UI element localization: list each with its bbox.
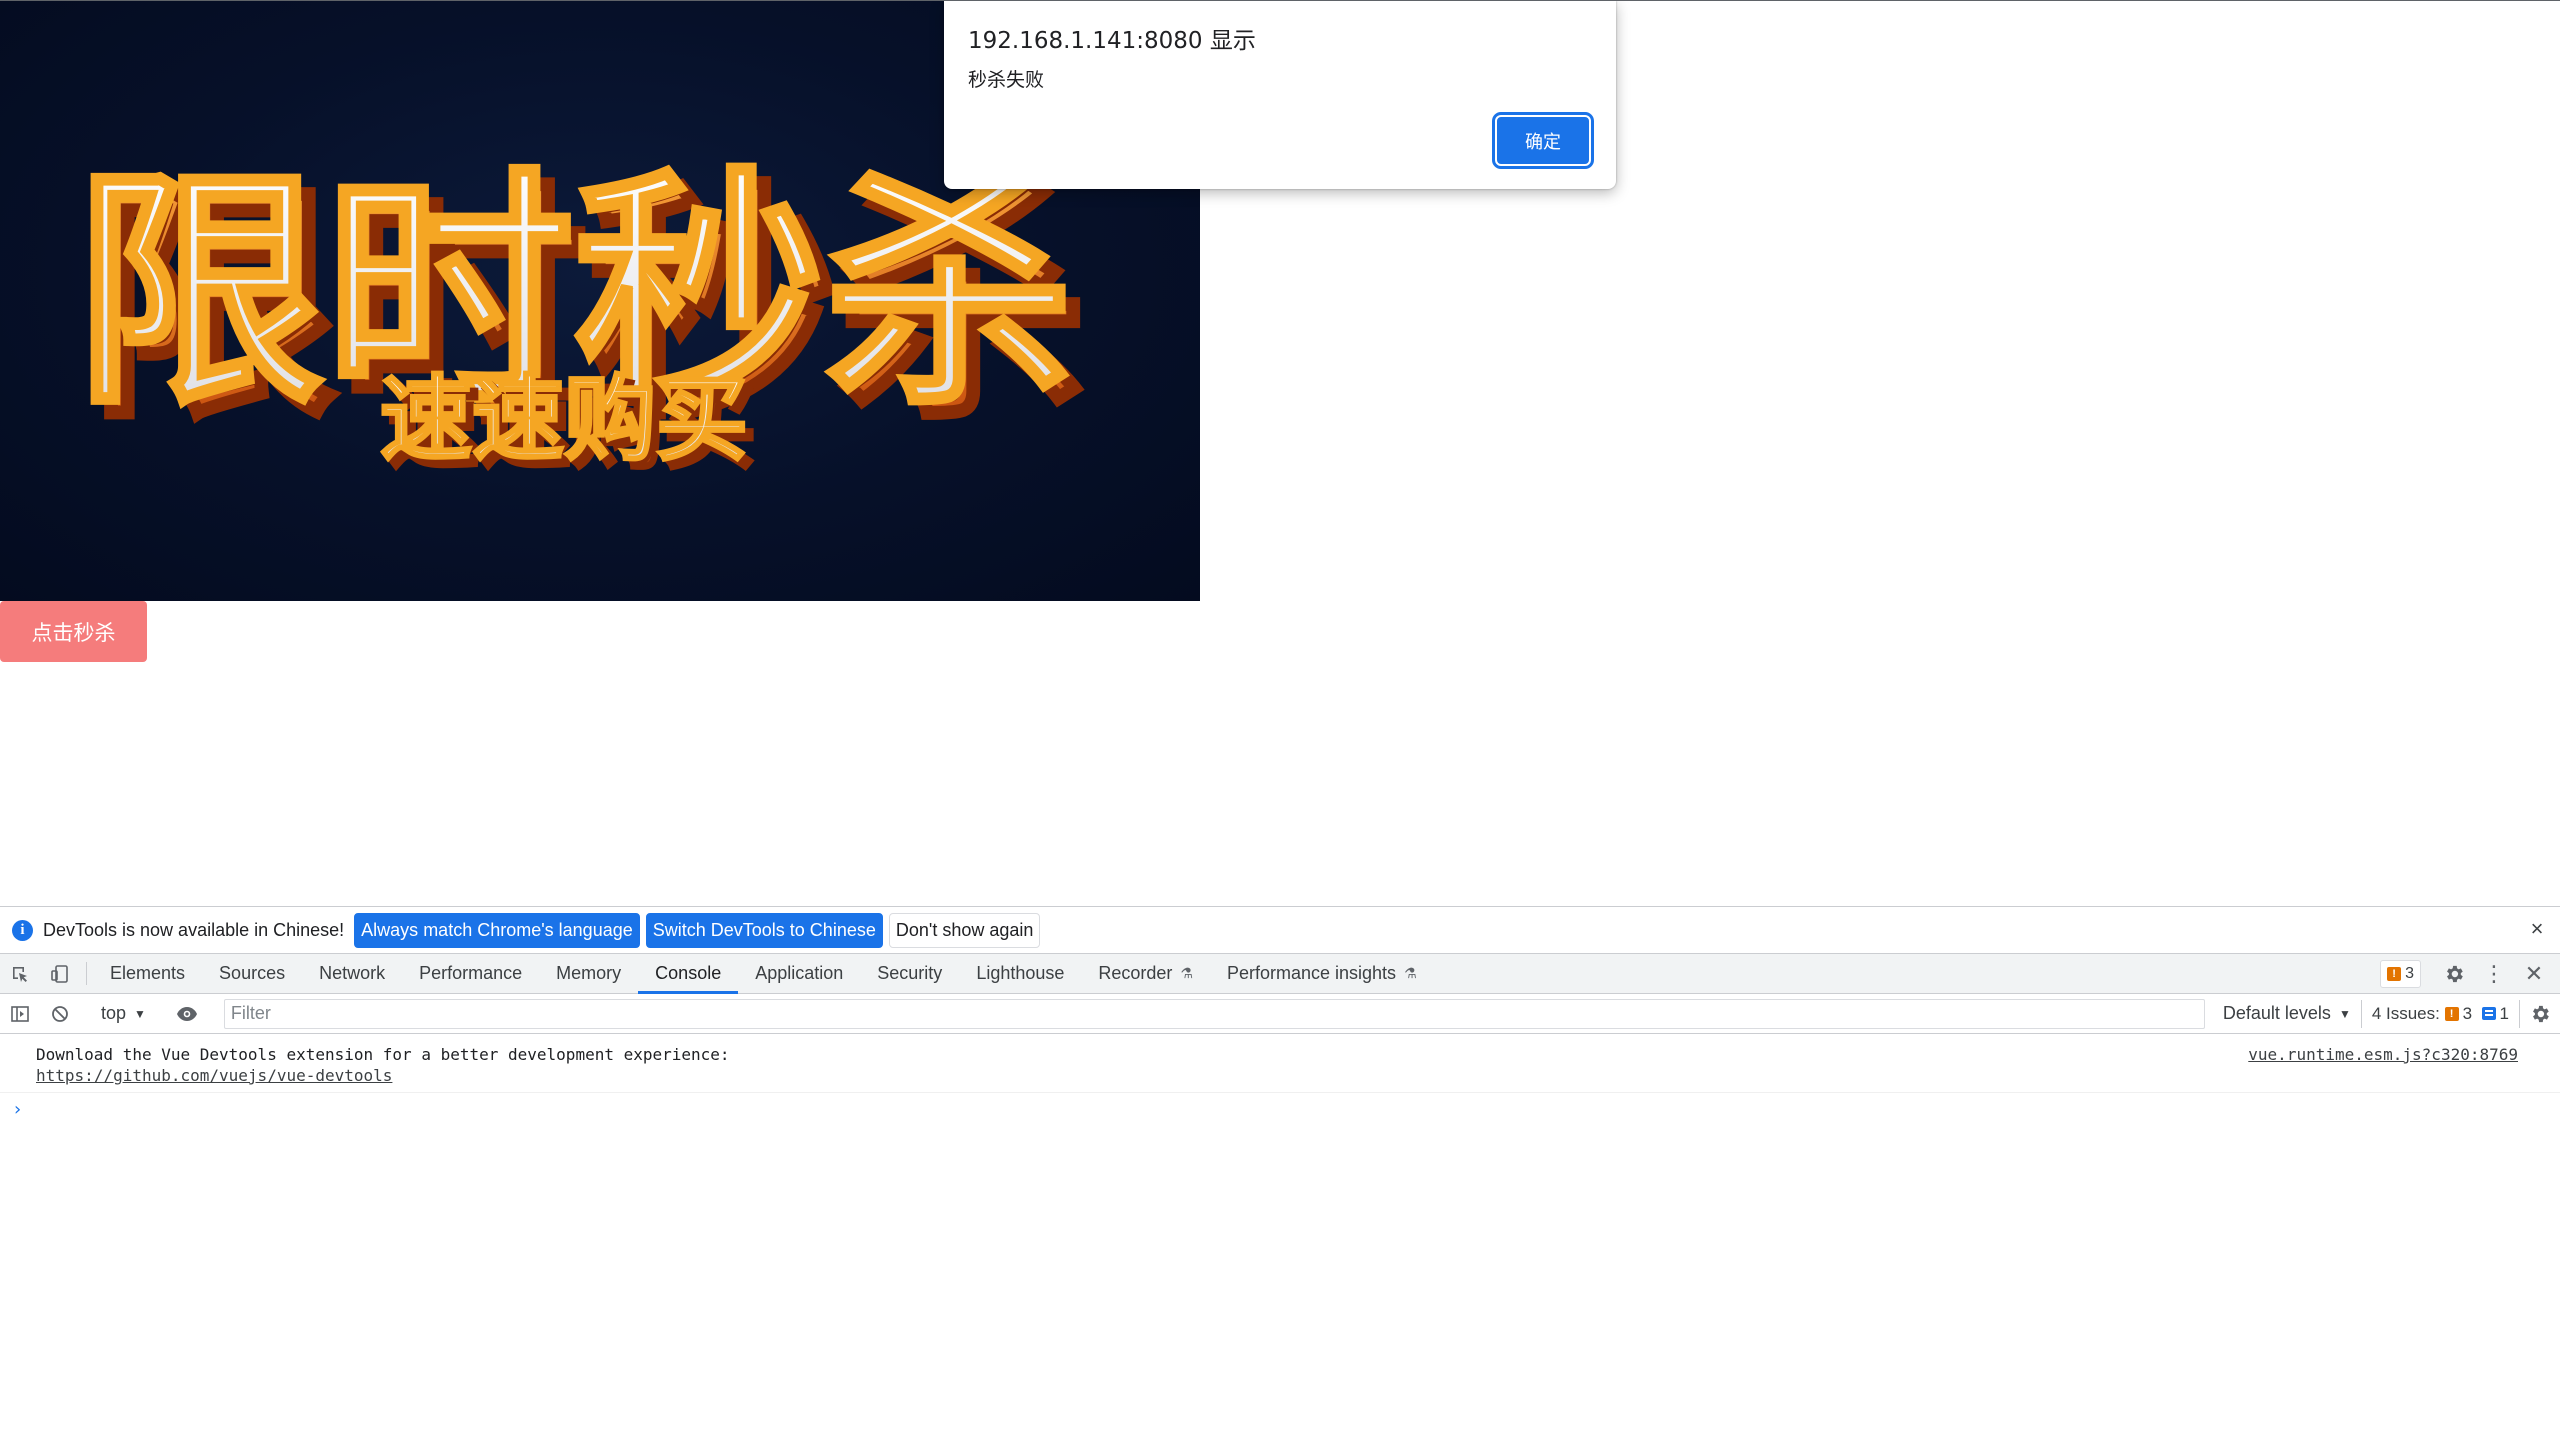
alert-title: 192.168.1.141:8080 显示 xyxy=(968,28,1256,54)
experiment-flask-icon: ⚗ xyxy=(1404,965,1417,981)
tab-label: Elements xyxy=(110,963,186,983)
language-infobar: i DevTools is now available in Chinese! … xyxy=(0,907,2560,954)
more-options-icon[interactable]: ⋮ xyxy=(2474,954,2514,994)
seckill-button[interactable]: 点击秒杀 xyxy=(0,601,147,662)
tab-network[interactable]: Network xyxy=(302,954,402,993)
tab-memory[interactable]: Memory xyxy=(539,954,638,993)
console-message-text: Download the Vue Devtools extension for … xyxy=(36,1045,730,1064)
clear-console-icon[interactable] xyxy=(40,1004,80,1024)
tab-label: Performance insights xyxy=(1226,963,1397,983)
console-settings-gear-icon[interactable] xyxy=(2520,994,2560,1034)
toolbar-divider xyxy=(86,962,87,985)
page-viewport: 限时秒杀 限时秒杀 速速购买 速速购买 点击秒杀 192.168.1.141:8… xyxy=(0,0,2560,906)
warning-icon: ! xyxy=(2444,1006,2459,1021)
tab-label: Recorder xyxy=(1098,963,1173,983)
gear-icon[interactable] xyxy=(2434,954,2474,994)
console-output: Download the Vue Devtools extension for … xyxy=(0,1034,2560,1436)
tab-elements[interactable]: Elements xyxy=(93,954,202,993)
tab-recorder[interactable]: Recorder ⚗ xyxy=(1081,954,1210,993)
console-toolbar: top ▼ Default levels ▼ 4 Issues: ! 3 1 xyxy=(0,994,2560,1034)
close-devtools-icon[interactable]: ✕ xyxy=(2514,954,2554,994)
issues-info-count: 1 xyxy=(2499,1003,2509,1023)
devtools-tabbar: Elements Sources Network Performance Mem… xyxy=(0,954,2560,994)
always-match-language-button[interactable]: Always match Chrome's language xyxy=(354,912,640,948)
info-icon: i xyxy=(12,919,33,941)
issues-summary-button[interactable]: 4 Issues: ! 3 1 xyxy=(2360,999,2520,1028)
tab-label: Security xyxy=(877,963,943,983)
tab-sources[interactable]: Sources xyxy=(202,954,302,993)
experiment-flask-icon: ⚗ xyxy=(1180,965,1193,981)
tab-label: Network xyxy=(319,963,386,983)
alert-dialog: 192.168.1.141:8080 显示 秒杀失败 确定 xyxy=(944,1,1616,189)
tab-application[interactable]: Application xyxy=(738,954,860,993)
issues-label: 4 Issues: xyxy=(2371,1003,2440,1023)
devtools-panel: i DevTools is now available in Chinese! … xyxy=(0,906,2560,1436)
context-selector[interactable]: top ▼ xyxy=(93,1003,154,1024)
tab-performance[interactable]: Performance xyxy=(402,954,539,993)
context-value: top xyxy=(101,1003,127,1023)
console-message-source-link[interactable]: vue.runtime.esm.js?c320:8769 xyxy=(2248,1044,2518,1065)
device-toolbar-icon[interactable] xyxy=(40,954,80,993)
inspect-element-icon[interactable] xyxy=(0,954,40,993)
log-levels-dropdown[interactable]: Default levels ▼ xyxy=(2213,1003,2361,1024)
switch-devtools-chinese-button[interactable]: Switch DevTools to Chinese xyxy=(645,912,883,948)
alert-message: 秒杀失败 xyxy=(968,69,1045,91)
issues-warning-count: 3 xyxy=(2462,1003,2473,1023)
console-message: Download the Vue Devtools extension for … xyxy=(0,1034,2560,1093)
tab-label: Memory xyxy=(556,963,622,983)
tab-label: Application xyxy=(755,963,844,983)
log-levels-value: Default levels xyxy=(2222,1003,2331,1023)
tab-security[interactable]: Security xyxy=(860,954,959,993)
issues-badge-count: 3 xyxy=(2405,964,2414,982)
warning-icon: ! xyxy=(2387,966,2402,981)
banner-tagline: 速速购买 xyxy=(380,366,748,473)
tab-console[interactable]: Console xyxy=(638,954,739,994)
close-icon[interactable]: × xyxy=(2524,916,2550,942)
infobar-text: DevTools is now available in Chinese! xyxy=(43,919,345,940)
eye-icon[interactable] xyxy=(167,1006,207,1022)
issues-badge[interactable]: ! 3 xyxy=(2380,959,2421,988)
tab-label: Sources xyxy=(219,963,286,983)
caret-down-icon: ▼ xyxy=(134,1006,146,1021)
tab-label: Console xyxy=(655,963,722,983)
tab-label: Lighthouse xyxy=(976,963,1065,983)
tab-label: Performance xyxy=(419,963,523,983)
console-prompt[interactable]: › xyxy=(0,1093,2560,1120)
info-message-icon xyxy=(2481,1007,2496,1020)
tabbar-right-controls: ! 3 ⋮ ✕ xyxy=(2380,954,2560,993)
sidebar-toggle-icon[interactable] xyxy=(0,1004,40,1024)
dont-show-again-button[interactable]: Don't show again xyxy=(888,912,1041,948)
tab-lighthouse[interactable]: Lighthouse xyxy=(959,954,1081,993)
alert-ok-button[interactable]: 确定 xyxy=(1492,112,1594,169)
filter-input[interactable] xyxy=(223,998,2205,1029)
caret-down-icon: ▼ xyxy=(2338,1006,2351,1021)
tab-performance-insights[interactable]: Performance insights ⚗ xyxy=(1210,954,1434,993)
console-message-link[interactable]: https://github.com/vuejs/vue-devtools xyxy=(36,1065,2560,1086)
